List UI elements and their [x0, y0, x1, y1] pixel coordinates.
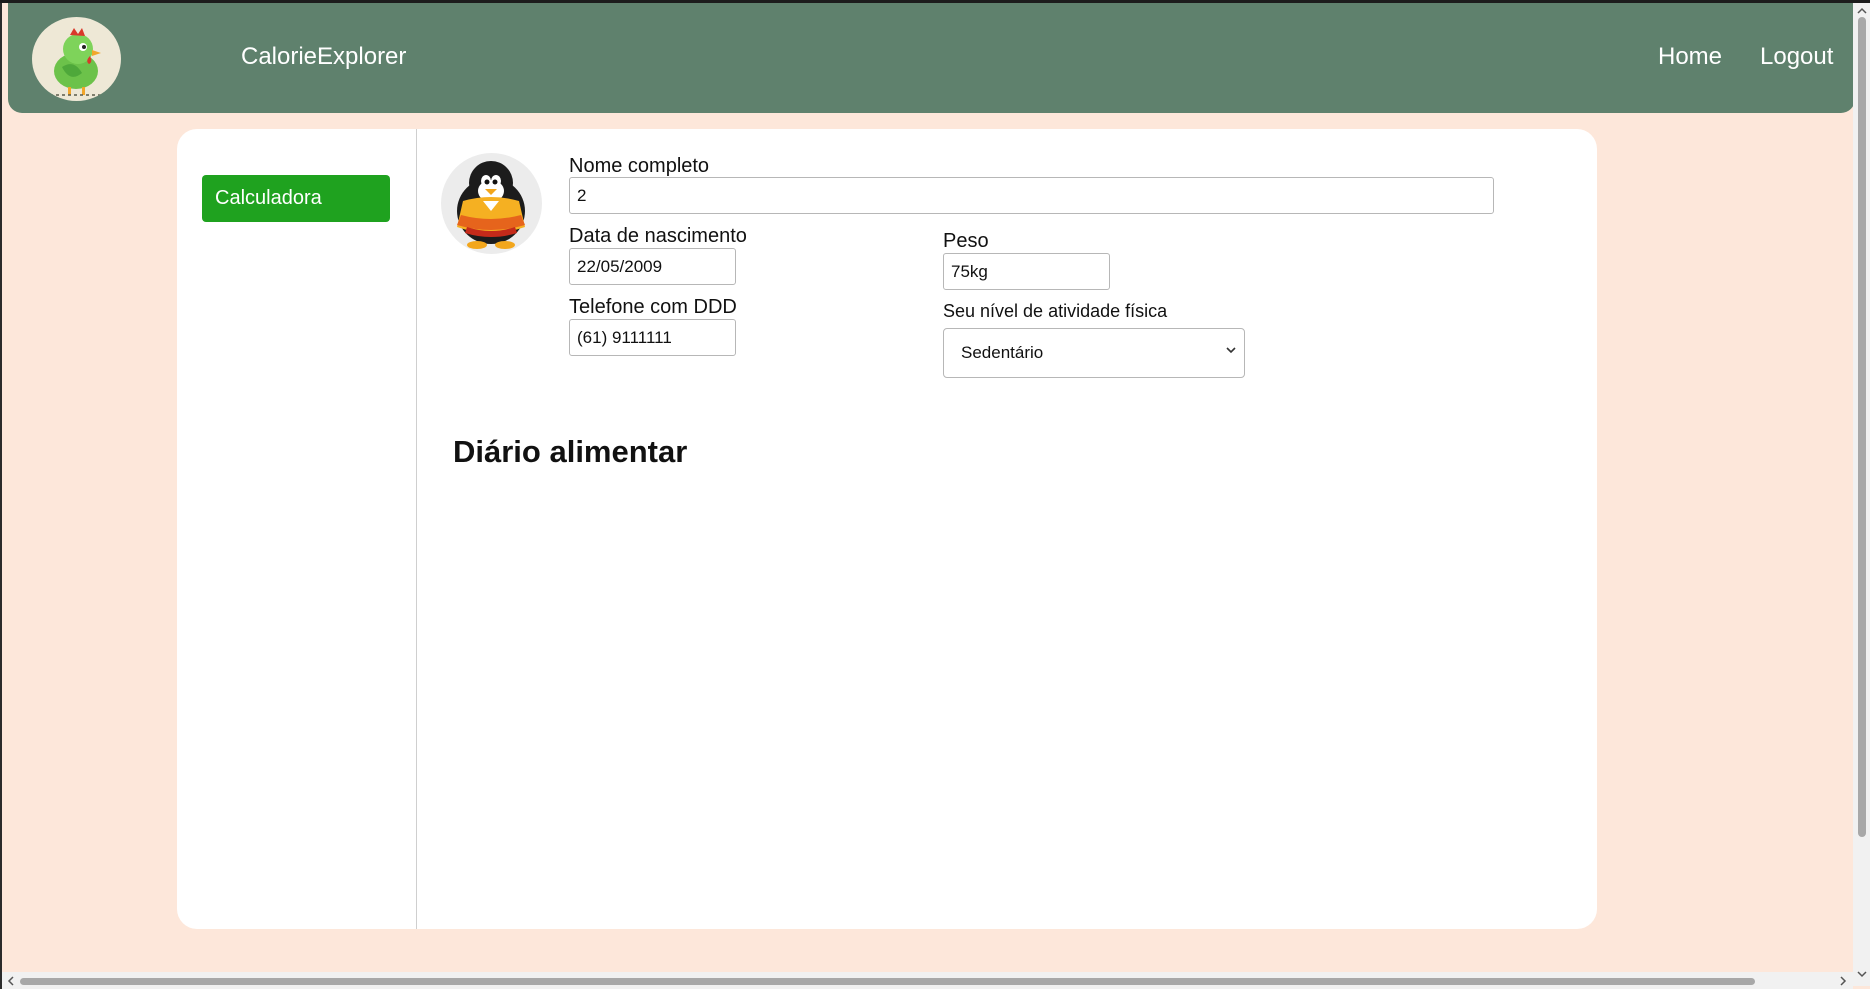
- vertical-scrollbar[interactable]: [1853, 3, 1870, 986]
- scroll-left-icon[interactable]: [6, 976, 16, 986]
- phone-label: Telefone com DDD: [569, 296, 737, 318]
- horizontal-scroll-thumb[interactable]: [20, 978, 1755, 985]
- birth-date-input[interactable]: [569, 248, 736, 285]
- penguin-avatar-icon: [441, 153, 542, 254]
- activity-level-label: Seu nível de atividade física: [943, 301, 1168, 321]
- scroll-down-icon[interactable]: [1857, 969, 1867, 979]
- sidebar-divider: [416, 129, 417, 929]
- weight-input[interactable]: [943, 253, 1110, 290]
- chicken-logo-icon[interactable]: [32, 17, 121, 101]
- full-name-input[interactable]: [569, 177, 1494, 214]
- calculadora-button[interactable]: Calculadora: [202, 175, 390, 222]
- chevron-down-icon: [1226, 347, 1236, 354]
- activity-level-selected: Sedentário: [961, 343, 1044, 362]
- activity-level-select[interactable]: Sedentário: [943, 328, 1245, 378]
- horizontal-scrollbar[interactable]: [2, 972, 1853, 989]
- full-name-label: Nome completo: [569, 155, 710, 177]
- vertical-scroll-thumb[interactable]: [1858, 17, 1866, 837]
- brand-title[interactable]: CalorieExplorer: [241, 43, 406, 71]
- window-left-border: [0, 3, 2, 989]
- birth-date-label: Data de nascimento: [569, 225, 747, 247]
- navbar: CalorieExplorer Home Logout: [8, 3, 1855, 113]
- weight-label: Peso: [943, 230, 989, 252]
- nav-logout-link[interactable]: Logout: [1760, 43, 1833, 71]
- food-diary-title: Diário alimentar: [453, 434, 688, 469]
- main-card: Calculadora Nome completo Data de nascim…: [177, 129, 1597, 929]
- scroll-right-icon[interactable]: [1838, 976, 1848, 986]
- nav-home-link[interactable]: Home: [1658, 43, 1722, 71]
- phone-input[interactable]: [569, 319, 736, 356]
- scroll-up-icon[interactable]: [1857, 6, 1867, 16]
